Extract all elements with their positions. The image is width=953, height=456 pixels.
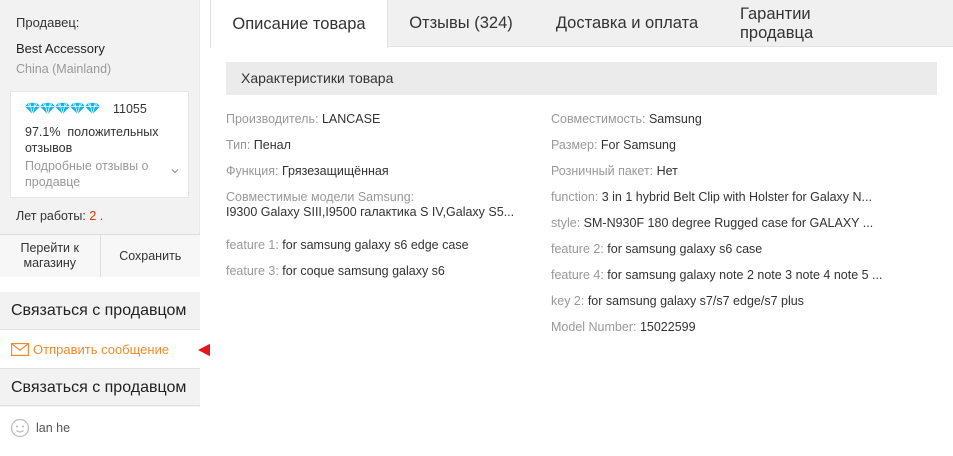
tab-bar: Описание товара Отзывы (324) Доставка и … <box>210 0 953 48</box>
spec-key: feature 3: <box>226 264 283 278</box>
send-message-label[interactable]: Отправить сообщение <box>33 342 169 357</box>
spec-item: function: 3 in 1 hybrid Belt Clip with H… <box>551 190 921 216</box>
contact-seller-heading: Связаться с продавцом <box>0 292 200 330</box>
spec-item: feature 3: for coque samsung galaxy s6 <box>226 264 531 290</box>
rating-diamonds <box>25 102 100 116</box>
product-details-panel: Описание товара Отзывы (324) Доставка и … <box>210 0 953 456</box>
spec-key: Производитель: <box>226 112 322 126</box>
seller-card: Продавец: Best Accessory China (Mainland… <box>0 0 200 277</box>
spec-column-left: Производитель: LANCASE Тип: Пенал Функци… <box>226 112 531 290</box>
spec-item: feature 1: for samsung galaxy s6 edge ca… <box>226 238 531 264</box>
spec-key: key 2: <box>551 294 588 308</box>
spec-key: Размер: <box>551 138 601 152</box>
spec-item: Производитель: LANCASE <box>226 112 531 138</box>
spec-key: Model Number: <box>551 320 640 334</box>
spec-key: Розничный пакет: <box>551 164 657 178</box>
spec-item: Совместимость: Samsung <box>551 112 921 138</box>
tab-seller-guarantees[interactable]: Гарантии продавца <box>720 0 902 47</box>
spec-item: Розничный пакет: Нет <box>551 164 921 190</box>
years-value: 2 . <box>89 209 104 223</box>
spec-item: feature 4: for samsung galaxy note 2 not… <box>551 268 921 294</box>
specifications-header: Характеристики товара <box>226 62 937 95</box>
diamond-icon <box>55 102 70 115</box>
spec-key: Совместимые модели Samsung: <box>226 190 415 204</box>
contact-panel: Связаться с продавцом Отправить сообщени… <box>0 292 200 448</box>
seller-rating-box: 11055 97.1% положительных отзывов Подроб… <box>10 91 189 198</box>
diamond-icon <box>85 102 100 115</box>
detailed-feedback-link[interactable]: Подробные отзывы о продавце <box>25 158 175 190</box>
spec-item: feature 2: for samsung galaxy s6 case <box>551 242 921 268</box>
contact-person[interactable]: lan he <box>0 407 200 448</box>
spec-value: for samsung galaxy note 2 note 3 note 4 … <box>607 268 883 282</box>
tab-shipping-payment[interactable]: Доставка и оплата <box>534 0 720 47</box>
spec-value: for samsung galaxy s6 edge case <box>282 238 469 252</box>
years-label: Лет работы: <box>16 209 86 223</box>
spec-key: feature 2: <box>551 242 608 256</box>
spec-value: For Samsung <box>600 138 676 152</box>
spec-value: Samsung <box>648 112 702 126</box>
spec-item: Тип: Пенал <box>226 138 531 164</box>
spec-item: Совместимые модели Samsung: I9300 Galaxy … <box>226 190 531 238</box>
spec-value: 15022599 <box>639 320 696 334</box>
spec-key: feature 4: <box>551 268 608 282</box>
spec-item: key 2: for samsung galaxy s7/s7 edge/s7 … <box>551 294 921 320</box>
rating-count: 11055 <box>113 102 147 116</box>
spec-value: Нет <box>656 164 678 178</box>
spec-value: SM-N930F 180 degree Rugged case for GALA… <box>583 216 874 230</box>
spec-value: 3 in 1 hybrid Belt Clip with Holster for… <box>601 190 872 204</box>
diamond-icon <box>25 102 40 115</box>
seller-name[interactable]: Best Accessory <box>16 41 105 56</box>
envelope-icon <box>11 342 29 356</box>
spec-value: LANCASE <box>321 112 381 126</box>
tab-reviews[interactable]: Отзывы (324) <box>388 0 534 47</box>
spec-item: Model Number: 15022599 <box>551 320 921 346</box>
seller-label: Продавец: <box>16 15 80 30</box>
go-to-store-button[interactable]: Перейти к магазину <box>0 235 100 277</box>
positive-percent: 97.1% <box>25 125 61 139</box>
spec-key: function: <box>551 190 602 204</box>
spec-item: Функция: Грязезащищённая <box>226 164 531 190</box>
spec-column-right: Совместимость: Samsung Размер: For Samsu… <box>551 112 921 346</box>
spec-value: for samsung galaxy s6 case <box>607 242 763 256</box>
years-in-business: Лет работы: 2 . <box>16 209 103 223</box>
spec-value: for samsung galaxy s7/s7 edge/s7 plus <box>587 294 804 308</box>
seller-country: China (Mainland) <box>16 62 112 76</box>
tab-description[interactable]: Описание товара <box>210 0 388 48</box>
chevron-down-icon[interactable] <box>170 166 180 176</box>
spec-key: style: <box>551 216 584 230</box>
spec-item: style: SM-N930F 180 degree Rugged case f… <box>551 216 921 242</box>
save-store-button[interactable]: Сохранить <box>99 235 200 277</box>
contact-seller-heading-2: Связаться с продавцом <box>0 368 200 406</box>
diamond-icon <box>70 102 85 115</box>
spec-key: feature 1: <box>226 238 283 252</box>
spec-value: I9300 Galaxy SIII,I9500 галактика S IV,G… <box>226 205 515 219</box>
send-message-link[interactable]: Отправить сообщение <box>0 330 200 368</box>
diamond-icon <box>40 102 55 115</box>
spec-value: for coque samsung galaxy s6 <box>282 264 445 278</box>
smiley-avatar-icon <box>10 418 30 437</box>
spec-value: Пенал <box>253 138 291 152</box>
store-actions: Перейти к магазину Сохранить <box>0 234 200 277</box>
spec-item: Размер: For Samsung <box>551 138 921 164</box>
spec-key: Совместимость: <box>551 112 649 126</box>
spec-key: Тип: <box>226 138 254 152</box>
spec-value: Грязезащищённая <box>281 164 389 178</box>
contact-person-name[interactable]: lan he <box>36 421 70 435</box>
spec-key: Функция: <box>226 164 282 178</box>
positive-feedback: 97.1% положительных отзывов <box>25 124 185 156</box>
